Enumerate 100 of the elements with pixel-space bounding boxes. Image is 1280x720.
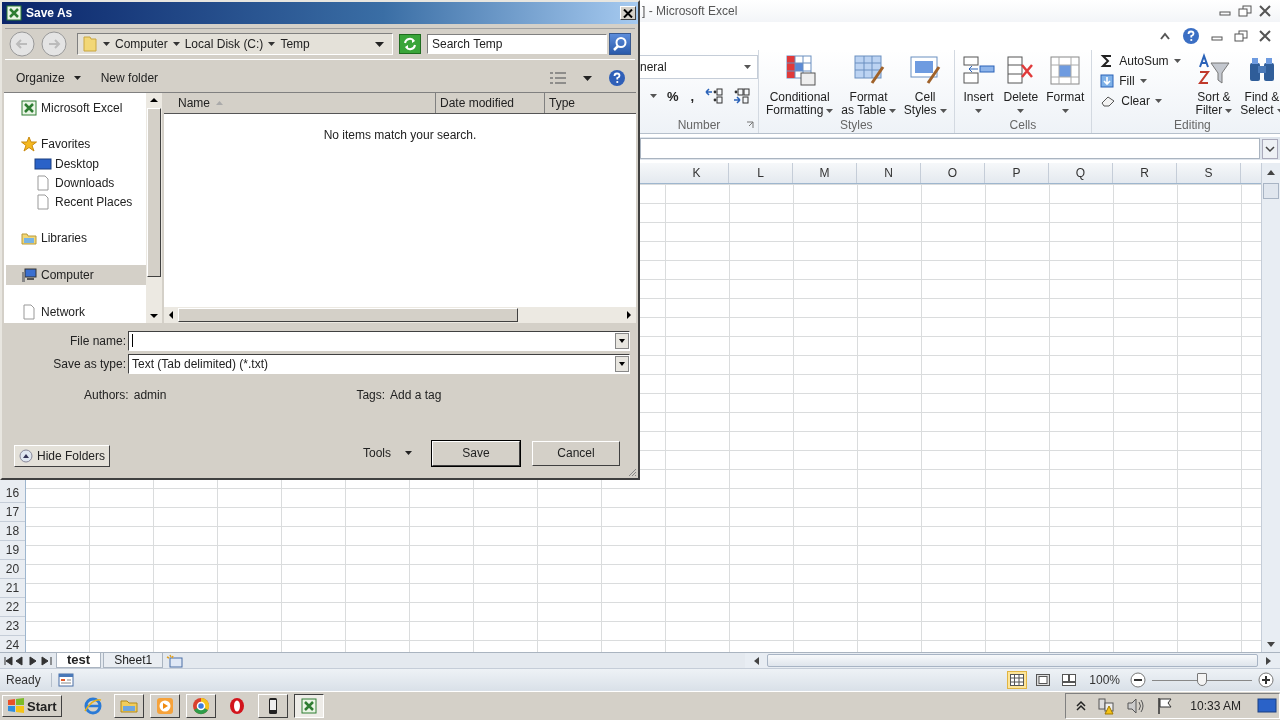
caret-icon[interactable] xyxy=(650,94,657,98)
caret-icon[interactable] xyxy=(103,42,110,46)
tags-value[interactable]: Add a tag xyxy=(390,388,442,402)
hide-folders-button[interactable]: Hide Folders xyxy=(14,445,111,467)
restore-icon[interactable] xyxy=(1238,5,1252,17)
scroll-thumb[interactable] xyxy=(1263,183,1279,199)
row-header[interactable]: 17 xyxy=(0,503,25,522)
ribbon-button[interactable]: Conditional Formatting xyxy=(763,53,837,117)
row-header[interactable]: 19 xyxy=(0,541,25,560)
ribbon-button[interactable]: Find & Select xyxy=(1237,53,1280,117)
column-header[interactable]: K xyxy=(665,163,729,183)
navigation-item[interactable]: Recent Places xyxy=(16,193,146,211)
row-header[interactable]: 21 xyxy=(0,579,25,598)
taskbar-app-button[interactable] xyxy=(293,694,324,718)
ribbon-button[interactable]: Clear xyxy=(1098,93,1183,109)
caret-icon[interactable] xyxy=(375,41,384,47)
tools-button[interactable]: Tools xyxy=(361,444,414,462)
address-bar[interactable]: Computer Local Disk (C:) Temp xyxy=(77,33,393,55)
increase-decimal-icon[interactable] xyxy=(704,87,725,105)
network-icon[interactable] xyxy=(1096,697,1117,715)
navigation-item[interactable]: Favorites xyxy=(6,135,146,153)
save-type-dropdown[interactable]: Text (Tab delimited) (*.txt) xyxy=(128,353,630,374)
ribbon-button[interactable]: Cell Styles xyxy=(900,53,950,117)
volume-icon[interactable] xyxy=(1126,698,1147,714)
ribbon-button[interactable]: Insert xyxy=(958,53,999,113)
zoom-out-icon[interactable] xyxy=(1130,672,1146,688)
restore-icon[interactable] xyxy=(1234,30,1248,42)
dialog-launcher-icon[interactable] xyxy=(746,121,754,129)
search-field[interactable]: Search Temp xyxy=(427,34,607,54)
column-header[interactable]: Q xyxy=(1049,163,1113,183)
breadcrumb-item[interactable]: Local Disk (C:) xyxy=(184,37,264,51)
cancel-button[interactable]: Cancel xyxy=(532,440,620,466)
start-button[interactable]: Start xyxy=(2,695,62,717)
zoom-level[interactable]: 100% xyxy=(1089,673,1120,687)
organize-button[interactable]: Organize xyxy=(14,69,83,87)
number-format-dropdown[interactable]: neral xyxy=(640,55,758,79)
scroll-thumb[interactable] xyxy=(767,654,1258,667)
vertical-scrollbar[interactable] xyxy=(1261,163,1280,652)
column-header[interactable]: O xyxy=(921,163,985,183)
navigation-item[interactable]: Computer xyxy=(6,265,146,285)
zoom-in-icon[interactable] xyxy=(1258,672,1274,688)
close-icon[interactable] xyxy=(1258,30,1272,42)
horizontal-scrollbar[interactable] xyxy=(164,307,636,323)
view-button[interactable] xyxy=(1007,671,1028,689)
ribbon-button[interactable]: Format xyxy=(1043,53,1088,113)
flag-icon[interactable] xyxy=(1156,697,1175,715)
number-style-button[interactable]: % xyxy=(665,88,681,104)
zoom-slider[interactable] xyxy=(1197,673,1207,686)
save-button[interactable]: Save xyxy=(432,440,520,466)
column-header[interactable]: L xyxy=(729,163,793,183)
sheet-tab[interactable]: Sheet1 xyxy=(103,653,164,668)
column-header[interactable]: Date modified xyxy=(436,93,545,113)
collapse-ribbon-icon[interactable] xyxy=(1158,30,1172,42)
show-hidden-icons-icon[interactable] xyxy=(1076,700,1087,712)
close-icon[interactable] xyxy=(1258,5,1272,17)
expand-icon[interactable] xyxy=(1262,138,1278,159)
show-desktop-icon[interactable] xyxy=(1257,698,1277,714)
breadcrumb-item[interactable]: Temp xyxy=(280,37,310,51)
caret-icon[interactable] xyxy=(268,42,276,46)
file-name-field[interactable] xyxy=(128,330,630,351)
navigation-item[interactable]: Microsoft Excel xyxy=(6,99,146,117)
navigation-item[interactable]: Network xyxy=(6,303,146,321)
row-header[interactable]: 16 xyxy=(0,484,25,503)
ribbon-button[interactable]: Format as Table xyxy=(838,53,899,117)
column-header[interactable]: Type xyxy=(545,93,636,113)
clock[interactable]: 10:33 AM xyxy=(1190,699,1241,713)
authors-value[interactable]: admin xyxy=(133,388,167,402)
macro-icon[interactable] xyxy=(57,673,74,687)
row-header[interactable]: 18 xyxy=(0,522,25,541)
row-header[interactable]: 23 xyxy=(0,617,25,636)
ribbon-button[interactable]: AutoSum xyxy=(1098,53,1183,69)
breadcrumb-item[interactable]: Computer xyxy=(115,37,168,51)
search-button[interactable] xyxy=(609,33,631,55)
navigation-item[interactable]: Libraries xyxy=(6,229,146,247)
sheet-tab[interactable]: test xyxy=(56,653,102,668)
help-icon[interactable] xyxy=(608,69,626,87)
close-button[interactable] xyxy=(620,6,636,20)
navigation-item[interactable]: Desktop xyxy=(16,155,146,173)
column-header[interactable]: N xyxy=(857,163,921,183)
decrease-decimal-icon[interactable] xyxy=(732,87,753,105)
caret-icon[interactable] xyxy=(583,75,592,81)
ribbon-button[interactable]: Sort & Filter xyxy=(1192,53,1236,117)
ribbon-button[interactable]: Fill xyxy=(1098,73,1183,89)
ribbon-button[interactable]: Delete xyxy=(1000,53,1042,113)
horizontal-scrollbar[interactable] xyxy=(745,653,1280,668)
refresh-icon[interactable] xyxy=(399,34,421,54)
new-folder-button[interactable]: New folder xyxy=(98,69,161,87)
resize-grip-icon[interactable] xyxy=(627,467,637,477)
column-header[interactable]: P xyxy=(985,163,1049,183)
number-style-button[interactable]: , xyxy=(688,88,697,104)
row-header[interactable]: 22 xyxy=(0,598,25,617)
column-header[interactable]: R xyxy=(1113,163,1177,183)
navigation-item[interactable]: Downloads xyxy=(16,174,146,192)
vertical-scrollbar[interactable] xyxy=(146,93,162,323)
caret-icon[interactable] xyxy=(172,42,180,46)
column-header[interactable]: M xyxy=(793,163,857,183)
row-header[interactable]: 20 xyxy=(0,560,25,579)
column-header[interactable]: S xyxy=(1177,163,1241,183)
help-icon[interactable] xyxy=(1182,27,1200,45)
column-header[interactable]: Name xyxy=(164,93,436,113)
